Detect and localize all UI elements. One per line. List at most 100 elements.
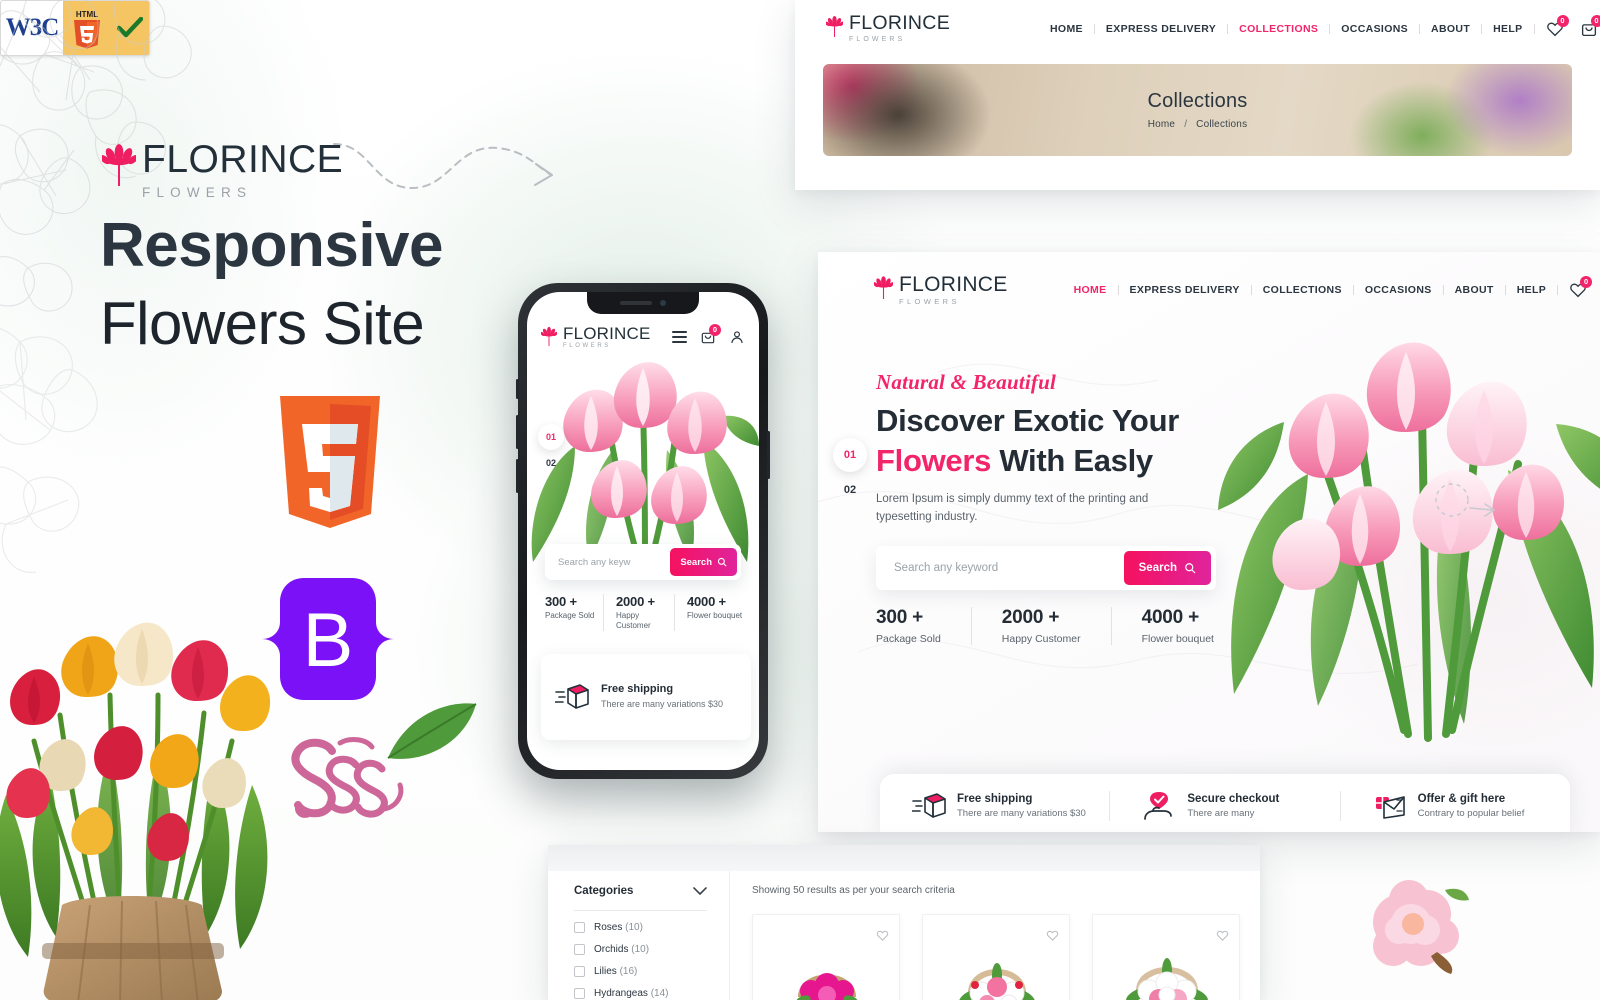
feature-subtitle: Contrary to popular belief [1417, 808, 1525, 819]
hero-tulip-bouquet-image [1218, 342, 1600, 742]
hamburger-menu-icon[interactable] [672, 331, 687, 343]
hero-copy-block: Natural & Beautiful Discover Exotic Your… [876, 370, 1256, 527]
mobile-phone-mockup: FLORINCE FLOWERS 0 01 02 Search any keyw… [516, 283, 770, 779]
brand-name: FLORINCE [899, 273, 1008, 296]
user-account-icon[interactable] [729, 329, 745, 345]
category-filter-roses[interactable]: Roses (10) [574, 922, 707, 933]
breadcrumb-home[interactable]: Home [1148, 119, 1175, 130]
nav-divider [1227, 23, 1229, 34]
page-title: Collections [1147, 90, 1248, 112]
nav-item-collections[interactable]: COLLECTIONS [1239, 23, 1318, 35]
nav-item-home[interactable]: HOME [1074, 284, 1107, 296]
slider-dot-active[interactable]: 01 [538, 424, 564, 450]
nav-item-about[interactable]: ABOUT [1431, 23, 1470, 35]
phone-front-camera [660, 300, 666, 306]
nav-item-home[interactable]: HOME [1050, 23, 1083, 35]
wishlist-count-badge: 0 [1580, 276, 1593, 288]
category-filter-orchids[interactable]: Orchids (10) [574, 944, 707, 955]
phone-power-button[interactable] [767, 431, 770, 479]
search-button[interactable]: Search [670, 548, 737, 576]
hero-search-bar[interactable]: Search any keyword Search [876, 546, 1216, 590]
mobile-stats-row: 300 + Package Sold 2000 + Happy Customer… [541, 594, 745, 631]
search-input-placeholder[interactable]: Search any keyw [558, 557, 670, 568]
window-top-bar [548, 845, 1260, 871]
search-button-label: Search [1138, 562, 1177, 574]
search-input-placeholder[interactable]: Search any keyword [894, 562, 1124, 574]
mobile-feature-card: Free shipping There are many variations … [541, 654, 751, 740]
hero-eyebrow: Natural & Beautiful [876, 370, 1057, 394]
navbar-logo[interactable]: FLORINCE FLOWERS [826, 14, 950, 43]
nav-divider [1329, 23, 1331, 34]
lotus-flower-icon [102, 144, 136, 186]
checkbox[interactable] [574, 922, 585, 933]
checkbox[interactable] [574, 988, 585, 999]
w3c-logo: W3C [1, 1, 63, 55]
dashed-circle-decoration [1435, 483, 1496, 517]
wishlist-heart-icon[interactable]: 0 [1546, 14, 1569, 38]
stat-item: 300 + Package Sold [541, 594, 603, 631]
feature-title: Free shipping [601, 683, 674, 696]
cart-bag-icon[interactable]: 0 [700, 324, 721, 345]
phone-mute-button[interactable] [516, 379, 519, 399]
brand-name: FLORINCE [849, 12, 950, 35]
category-filter-hydrangeas[interactable]: Hydrangeas (14) [574, 988, 707, 999]
sidebar-divider [574, 910, 707, 911]
product-card[interactable] [1092, 914, 1240, 1000]
leaf-decoration [387, 703, 477, 759]
stat-item: 2000 + Happy Customer [970, 607, 1111, 645]
product-image [795, 973, 859, 1000]
nav-divider [1117, 285, 1119, 295]
cart-bag-icon[interactable]: 0 [1580, 14, 1600, 38]
phone-notch [587, 292, 699, 314]
collections-page-window: FLORINCE FLOWERS HOME EXPRESS DELIVERY C… [795, 0, 1600, 190]
nav-item-occasions[interactable]: OCCASIONS [1341, 23, 1408, 35]
category-label: Hydrangeas [594, 988, 648, 999]
category-label: Orchids [594, 944, 629, 955]
stat-number: 300 + [545, 594, 577, 609]
phone-volume-down-button[interactable] [516, 459, 519, 493]
checkbox[interactable] [574, 944, 585, 955]
html5-shield-icon: HTML [74, 10, 100, 49]
category-filter-lilies[interactable]: Lilies (16) [574, 966, 707, 977]
slider-dot-active[interactable]: 01 [833, 438, 867, 472]
slider-dot-next[interactable]: 02 [830, 484, 870, 496]
product-card[interactable] [752, 914, 900, 1000]
nav-divider [1533, 23, 1535, 34]
hero-title-rest: With Easly [991, 442, 1153, 478]
nav-divider [1419, 23, 1421, 34]
results-count-text: Showing 50 results as per your search cr… [752, 885, 955, 896]
navbar-logo[interactable]: FLORINCE FLOWERS [874, 274, 1008, 306]
search-button[interactable]: Search [1123, 551, 1211, 585]
checkbox[interactable] [574, 966, 585, 977]
collections-hero-banner: Collections Home / Collections [823, 64, 1572, 156]
navbar-logo[interactable]: FLORINCE FLOWERS [541, 325, 651, 349]
slider-dot-next[interactable]: 02 [533, 458, 569, 468]
category-count: (10) [631, 944, 650, 955]
secure-hand-icon [1144, 792, 1173, 820]
hero-title: Discover Exotic Your Flowers With Easly [876, 401, 1256, 480]
wishlist-heart-icon[interactable] [1046, 929, 1059, 942]
cart-count-badge: 0 [1590, 14, 1600, 27]
wishlist-heart-icon[interactable] [876, 929, 889, 942]
stat-item: 300 + Package Sold [876, 607, 971, 645]
category-label: Lilies [594, 966, 617, 977]
feature-item-free-shipping: Free shipping There are many variations … [880, 791, 1109, 821]
feature-title: Offer & gift here [1417, 793, 1506, 805]
categories-accordion-header[interactable]: Categories [574, 885, 707, 897]
product-card[interactable] [922, 914, 1070, 1000]
promo-headline-line2: Flowers Site [100, 290, 425, 357]
listing-results: Showing 50 results as per your search cr… [730, 871, 1260, 1000]
mobile-search-bar[interactable]: Search any keyw Search [545, 544, 741, 580]
nav-item-help[interactable]: HELP [1493, 23, 1522, 35]
navbar-icon-group: 0 0 [1546, 14, 1600, 38]
lotus-flower-icon [541, 326, 557, 346]
phone-volume-up-button[interactable] [516, 415, 519, 449]
stat-label: Happy Customer [1001, 633, 1081, 645]
stat-item: 4000 + Flower bouquet [674, 594, 745, 631]
primary-navigation: HOME EXPRESS DELIVERY COLLECTIONS OCCASI… [1050, 23, 1546, 35]
nav-item-express-delivery[interactable]: EXPRESS DELIVERY [1106, 23, 1216, 35]
chevron-down-icon[interactable] [693, 886, 707, 896]
wishlist-heart-icon[interactable] [1216, 929, 1229, 942]
collections-listing-window: Categories Roses (10) Orchids (10) Lilie… [548, 845, 1260, 1000]
check-mark-icon [117, 17, 143, 38]
